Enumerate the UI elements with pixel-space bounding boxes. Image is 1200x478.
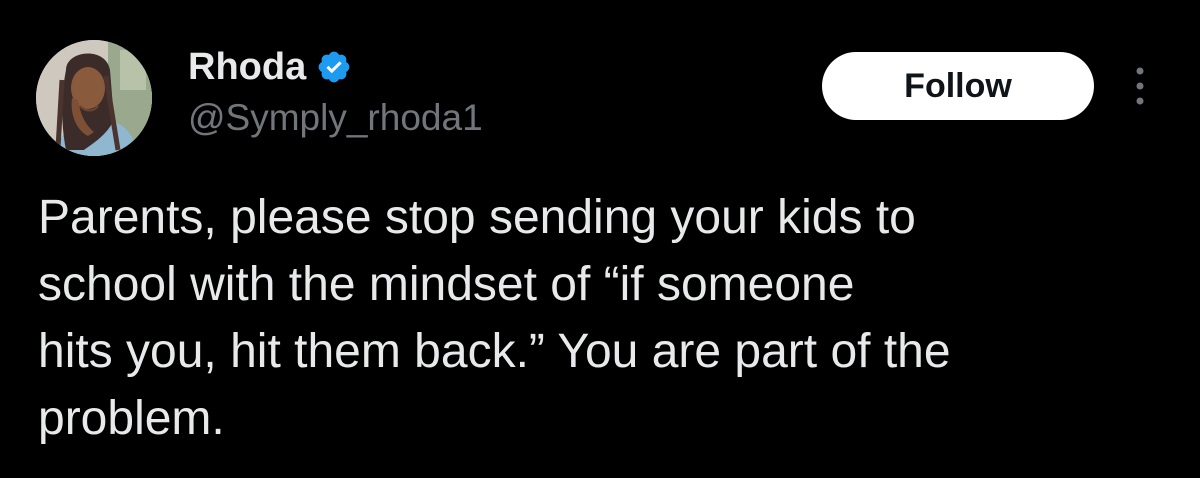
profile-photo-icon <box>36 40 152 156</box>
more-options-button[interactable] <box>1120 64 1160 108</box>
user-info: Rhoda @Symply_rhoda1 <box>188 44 483 142</box>
user-handle[interactable]: @Symply_rhoda1 <box>188 94 483 142</box>
tweet-text: Parents, please stop sending your kids t… <box>38 191 951 445</box>
follow-button[interactable]: Follow <box>822 52 1094 120</box>
tweet-card: Rhoda @Symply_rhoda1 Follow Parents, ple… <box>0 0 1200 478</box>
display-name[interactable]: Rhoda <box>188 44 306 90</box>
avatar[interactable] <box>36 40 152 156</box>
verified-badge-icon <box>316 49 352 85</box>
more-vertical-icon <box>1136 67 1144 105</box>
name-row: Rhoda <box>188 44 483 90</box>
